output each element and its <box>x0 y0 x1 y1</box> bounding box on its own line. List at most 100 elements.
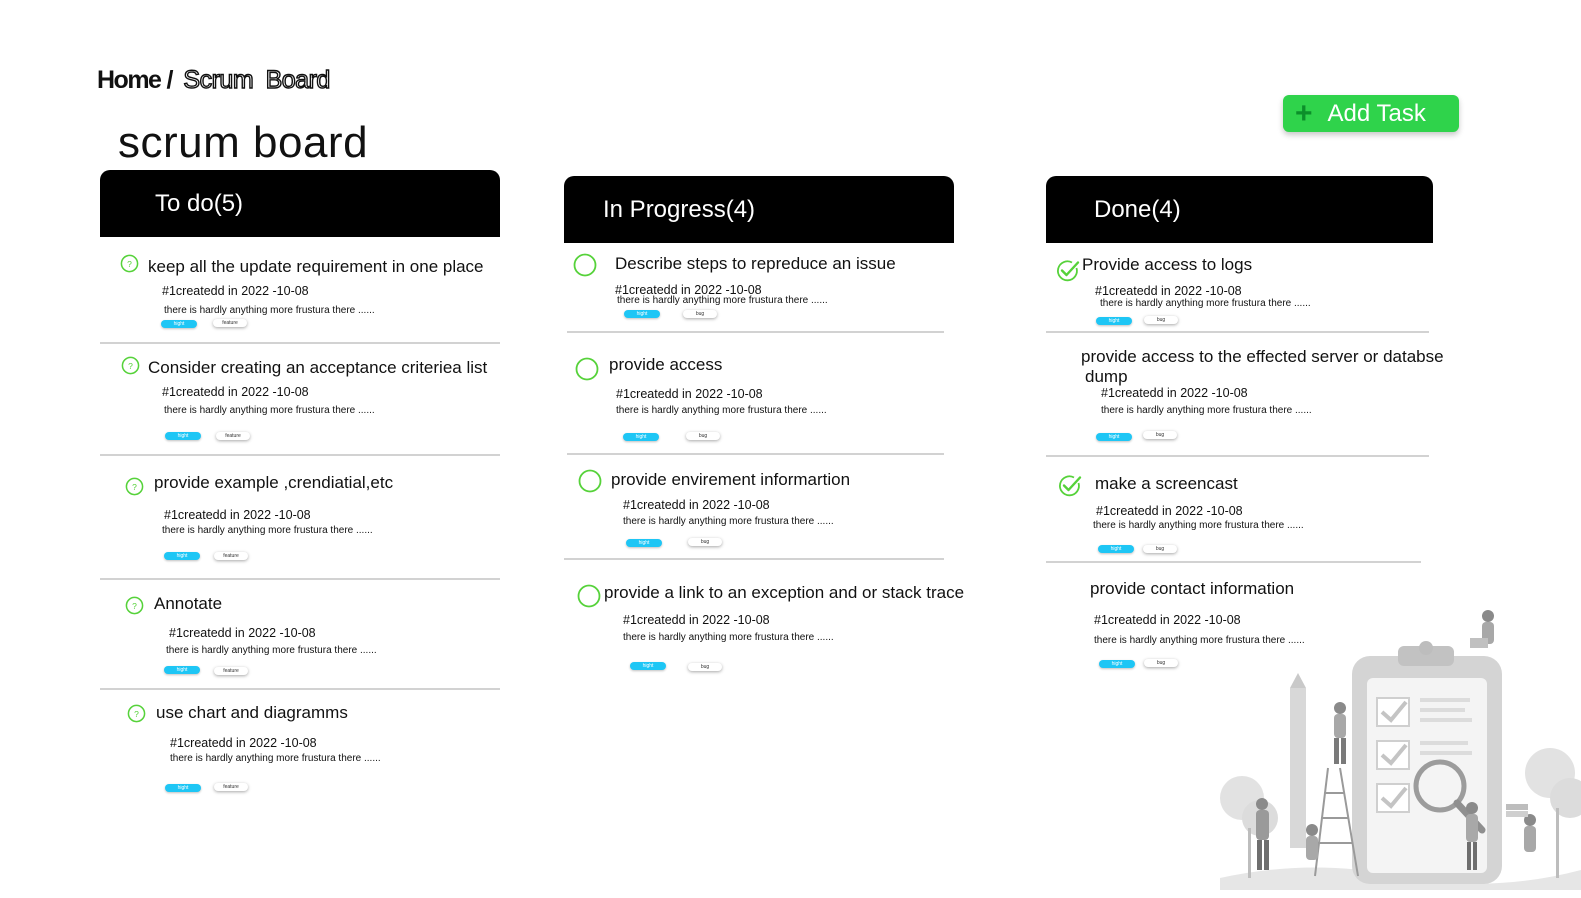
svg-text:?: ? <box>132 601 137 611</box>
type-tag[interactable]: feature <box>213 319 247 327</box>
priority-tag[interactable]: hight <box>161 320 197 328</box>
column-todo: To do(5) ? keep all the update requireme… <box>100 170 500 792</box>
column-title: In Progress(4) <box>603 195 756 223</box>
task-description: there is hardly anything more frustura t… <box>164 305 375 316</box>
svg-text:?: ? <box>134 709 139 719</box>
priority-tag[interactable]: hight <box>164 552 200 560</box>
svg-text:?: ? <box>132 482 137 492</box>
priority-tag[interactable]: hight <box>624 310 660 318</box>
empty-circle-icon <box>575 357 599 381</box>
task-card[interactable]: provide access to the effected server or… <box>1046 333 1444 457</box>
task-meta: #1createdd in 2022 -10-08 <box>162 284 309 298</box>
priority-tag[interactable]: hight <box>623 433 659 441</box>
task-description: there is hardly anything more frustura t… <box>170 753 381 764</box>
type-tag[interactable]: bug <box>688 538 722 546</box>
column-header-todo: To do(5) <box>100 170 500 237</box>
column-done: Done(4) Provide access to logs #1created… <box>1046 176 1444 668</box>
type-tag[interactable]: bug <box>1143 431 1177 439</box>
task-title: provide a link to an exception and or st… <box>604 583 965 602</box>
task-meta: #1createdd in 2022 -10-08 <box>1101 386 1248 400</box>
task-meta: #1createdd in 2022 -10-08 <box>169 626 316 640</box>
empty-circle-icon <box>578 469 602 493</box>
add-task-button[interactable]: + Add Task <box>1283 95 1459 132</box>
check-circle-icon <box>1057 260 1080 282</box>
task-title: provide contact information <box>1090 579 1295 598</box>
priority-tag[interactable]: hight <box>630 662 666 670</box>
task-card[interactable]: ? keep all the update requirement in one… <box>100 238 500 344</box>
priority-tag[interactable]: hight <box>1096 433 1132 441</box>
column-title: Done(4) <box>1094 195 1181 223</box>
task-title: Provide access to logs <box>1082 255 1253 274</box>
task-title: make a screencast <box>1095 474 1238 493</box>
task-meta: #1createdd in 2022 -10-08 <box>1096 504 1243 518</box>
task-title: provide access <box>609 355 723 374</box>
task-description: there is hardly anything more frustura t… <box>162 525 373 536</box>
priority-tag[interactable]: hight <box>1096 317 1132 325</box>
task-meta: #1createdd in 2022 -10-08 <box>616 387 763 401</box>
task-title-continuation: dump <box>1085 367 1128 386</box>
empty-circle-icon <box>573 253 597 277</box>
question-circle-icon: ? <box>120 254 139 273</box>
priority-tag[interactable]: hight <box>164 666 200 674</box>
task-card[interactable]: ? Consider creating an acceptance criter… <box>100 344 500 456</box>
task-meta: #1createdd in 2022 -10-08 <box>1095 284 1242 298</box>
breadcrumb-current: Scrum Board <box>183 65 331 94</box>
priority-tag[interactable]: hight <box>1098 545 1134 553</box>
task-title: Consider creating an acceptance criterie… <box>148 358 488 377</box>
page-title: scrum board <box>118 118 369 167</box>
clipboard-illustration <box>1220 610 1581 890</box>
task-description: there is hardly anything more frustura t… <box>623 516 834 527</box>
priority-tag[interactable]: hight <box>165 432 201 440</box>
empty-circle-icon <box>577 584 601 608</box>
task-card[interactable]: provide access #1createdd in 2022 -10-08… <box>567 331 944 455</box>
type-tag[interactable]: bug <box>1144 316 1178 324</box>
question-circle-icon: ? <box>121 356 140 375</box>
svg-text:?: ? <box>128 361 133 371</box>
add-task-label: Add Task <box>1327 99 1426 127</box>
task-card[interactable]: ? use chart and diagramms #1createdd in … <box>100 690 500 810</box>
task-description: there is hardly anything more frustura t… <box>1101 405 1312 416</box>
task-description: there is hardly anything more frustura t… <box>1100 298 1311 309</box>
column-header-in-progress: In Progress(4) <box>564 176 954 243</box>
priority-tag[interactable]: hight <box>626 539 662 547</box>
task-title: Describe steps to repreduce an issue <box>615 254 896 273</box>
check-circle-icon <box>1059 475 1082 497</box>
task-meta: #1createdd in 2022 -10-08 <box>162 385 309 399</box>
type-tag[interactable]: bug <box>1143 545 1177 553</box>
type-tag[interactable]: feature <box>214 667 248 675</box>
priority-tag[interactable]: hight <box>1099 660 1135 668</box>
type-tag[interactable]: bug <box>688 663 722 671</box>
question-circle-icon: ? <box>127 704 146 723</box>
breadcrumb-separator: / <box>166 66 174 94</box>
task-card[interactable]: make a screencast #1createdd in 2022 -10… <box>1046 457 1421 563</box>
task-title: Annotate <box>154 594 223 613</box>
type-tag[interactable]: feature <box>214 783 248 791</box>
task-card[interactable]: provide envirement informartion #1create… <box>564 455 944 560</box>
task-card[interactable]: Describe steps to repreduce an issue #1c… <box>567 243 944 333</box>
task-card[interactable]: ? provide example ,crendiatial,etc #1cre… <box>100 456 500 580</box>
type-tag[interactable]: bug <box>686 432 720 440</box>
task-card[interactable]: ? Annotate #1createdd in 2022 -10-08 the… <box>100 580 500 690</box>
task-meta: #1createdd in 2022 -10-08 <box>623 613 770 627</box>
task-title: provide access to the effected server or… <box>1081 347 1444 366</box>
task-meta: #1createdd in 2022 -10-08 <box>170 736 317 750</box>
task-meta: #1createdd in 2022 -10-08 <box>164 508 311 522</box>
plus-icon: + <box>1295 96 1313 130</box>
task-meta: #1createdd in 2022 -10-08 <box>1094 613 1241 627</box>
type-tag[interactable]: feature <box>214 552 248 560</box>
breadcrumb: Home / Scrum Board <box>97 65 331 95</box>
task-description: there is hardly anything more frustura t… <box>616 405 827 416</box>
task-title: use chart and diagramms <box>156 703 348 722</box>
task-card[interactable]: provide a link to an exception and or st… <box>564 560 974 680</box>
column-title: To do(5) <box>155 189 244 217</box>
task-card[interactable]: Provide access to logs #1createdd in 202… <box>1046 243 1429 333</box>
type-tag[interactable]: feature <box>216 432 250 440</box>
type-tag[interactable]: bug <box>683 310 717 318</box>
column-in-progress: In Progress(4) Describe steps to repredu… <box>564 176 964 671</box>
breadcrumb-home[interactable]: Home <box>97 66 162 95</box>
task-description: there is hardly anything more frustura t… <box>623 632 834 643</box>
question-circle-icon: ? <box>125 596 144 615</box>
type-tag[interactable]: bug <box>1144 659 1178 667</box>
task-title: provide envirement informartion <box>611 470 851 489</box>
priority-tag[interactable]: hight <box>165 784 201 792</box>
